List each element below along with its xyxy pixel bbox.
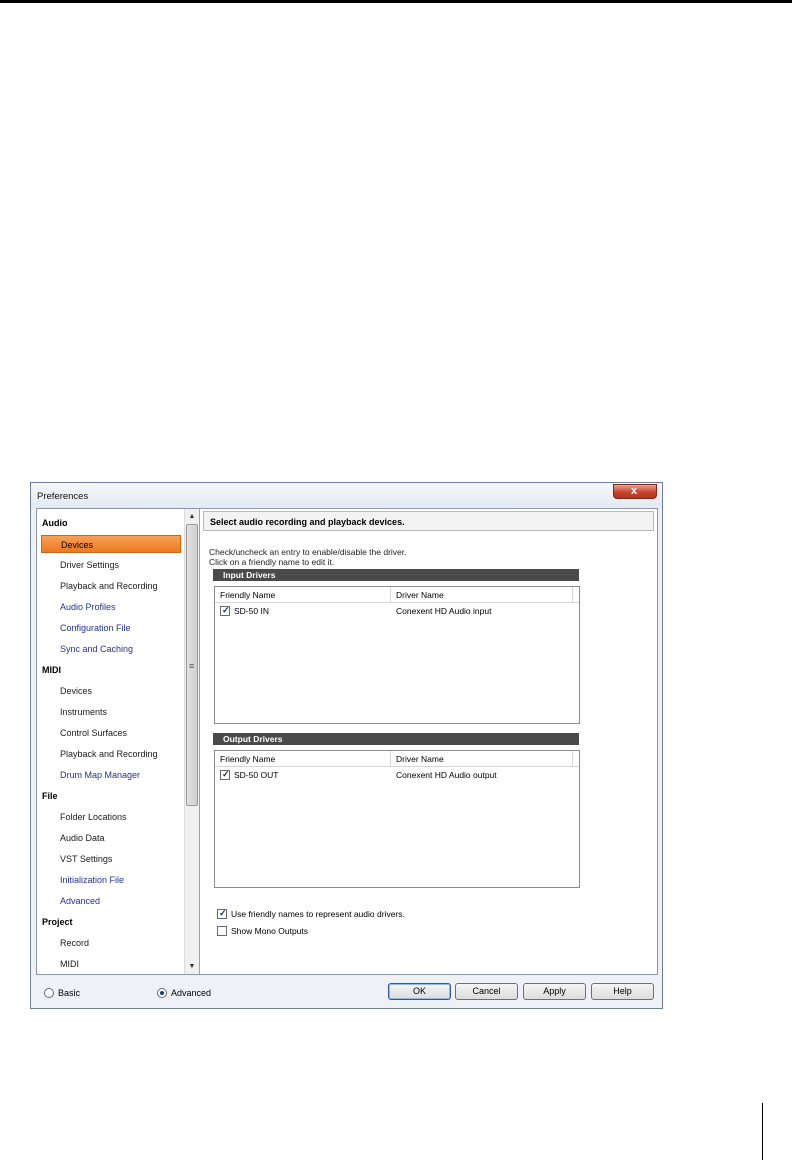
preferences-dialog: Preferences x Audio Devices Driver Setting… [30, 482, 663, 1009]
input-driver-checkbox[interactable] [220, 605, 230, 616]
nav-item-devices[interactable]: Devices [41, 535, 181, 553]
input-friendly-name[interactable]: SD-50 IN [234, 605, 269, 617]
nav-category-audio[interactable]: Audio [42, 514, 68, 532]
output-drivers-list[interactable]: Friendly Name Driver Name SD-50 OUT Cone… [214, 750, 580, 888]
nav-item-audio-profiles[interactable]: Audio Profiles [60, 598, 116, 616]
nav-item-record[interactable]: Record [60, 934, 89, 952]
nav-item-audio-data[interactable]: Audio Data [60, 829, 105, 847]
nav-item-playback-and-recording[interactable]: Playback and Recording [60, 577, 158, 595]
window-title: Preferences [37, 491, 89, 502]
nav-item-sync-and-caching[interactable]: Sync and Caching [60, 640, 133, 658]
nav-item-folder-locations[interactable]: Folder Locations [60, 808, 127, 826]
friendly-names-label[interactable]: Use friendly names to represent audio dr… [231, 909, 405, 920]
nav-item-drum-map-manager[interactable]: Drum Map Manager [60, 766, 140, 784]
instruction-text-2: Click on a friendly name to edit it. [209, 557, 335, 567]
cancel-button[interactable]: Cancel [455, 983, 518, 1000]
input-drivers-list[interactable]: Friendly Name Driver Name SD-50 IN Conex… [214, 586, 580, 724]
input-list-header: Friendly Name Driver Name [215, 587, 579, 603]
output-friendly-name[interactable]: SD-50 OUT [234, 769, 278, 781]
nav-item-driver-settings[interactable]: Driver Settings [60, 556, 119, 574]
mono-outputs-checkbox[interactable] [217, 926, 227, 936]
preferences-nav: Audio Devices Driver Settings Playback and … [37, 509, 200, 974]
col-driver-name[interactable]: Driver Name [391, 587, 573, 603]
nav-item-configuration-file[interactable]: Configuration File [60, 619, 131, 637]
close-icon: x [631, 485, 638, 497]
nav-category-file[interactable]: File [42, 787, 58, 805]
nav-item-instruments[interactable]: Instruments [60, 703, 107, 721]
page-top-rule [0, 0, 792, 3]
nav-category-midi[interactable]: MIDI [42, 661, 61, 679]
nav-item-midi[interactable]: MIDI [60, 955, 79, 973]
output-driver-checkbox[interactable] [220, 769, 230, 780]
ok-button[interactable]: OK [388, 983, 451, 1000]
scroll-down-arrow-icon[interactable]: ▼ [185, 960, 199, 974]
nav-item-playback-and-recording[interactable]: Playback and Recording [60, 745, 158, 763]
input-driver-name: Conexent HD Audio input [396, 606, 492, 616]
output-list-header: Friendly Name Driver Name [215, 751, 579, 767]
friendly-names-checkbox[interactable] [217, 908, 227, 919]
page-side-rule [762, 1103, 763, 1160]
output-drivers-title: Output Drivers [213, 733, 579, 745]
pane-header: Select audio recording and playback devi… [203, 511, 654, 531]
mono-outputs-label[interactable]: Show Mono Outputs [231, 926, 308, 937]
col-friendly-name[interactable]: Friendly Name [215, 587, 391, 603]
input-drivers-title: Input Drivers [213, 569, 579, 581]
nav-scrollbar[interactable]: ▲ ≡ ▼ [184, 509, 199, 974]
dialog-client: Audio Devices Driver Settings Playback and … [36, 508, 658, 975]
close-button[interactable]: x [613, 484, 657, 499]
output-driver-row[interactable]: SD-50 OUT Conexent HD Audio output [215, 769, 579, 783]
basic-mode-label[interactable]: Basic [58, 988, 80, 999]
scroll-up-arrow-icon[interactable]: ▲ [185, 510, 199, 524]
radio-on-icon[interactable] [157, 988, 167, 998]
nav-category-project[interactable]: Project [42, 913, 73, 931]
apply-button[interactable]: Apply [523, 983, 586, 1000]
scroll-thumb[interactable]: ≡ [186, 524, 198, 806]
radio-off-icon[interactable] [44, 988, 54, 998]
help-button[interactable]: Help [591, 983, 654, 1000]
advanced-mode-label[interactable]: Advanced [171, 988, 211, 999]
nav-item-initialization-file[interactable]: Initialization File [60, 871, 124, 889]
col-driver-name[interactable]: Driver Name [391, 751, 573, 767]
instruction-text-1: Check/uncheck an entry to enable/disable… [209, 547, 407, 557]
grip-icon: ≡ [189, 661, 195, 671]
nav-item-devices[interactable]: Devices [60, 682, 92, 700]
input-driver-row[interactable]: SD-50 IN Conexent HD Audio input [215, 605, 579, 619]
title-bar[interactable]: Preferences x [31, 483, 662, 508]
settings-pane: Select audio recording and playback devi… [201, 509, 657, 974]
col-friendly-name[interactable]: Friendly Name [215, 751, 391, 767]
nav-item-advanced[interactable]: Advanced [60, 892, 100, 910]
output-driver-name: Conexent HD Audio output [396, 770, 497, 780]
nav-item-control-surfaces[interactable]: Control Surfaces [60, 724, 127, 742]
nav-item-vst-settings[interactable]: VST Settings [60, 850, 112, 868]
